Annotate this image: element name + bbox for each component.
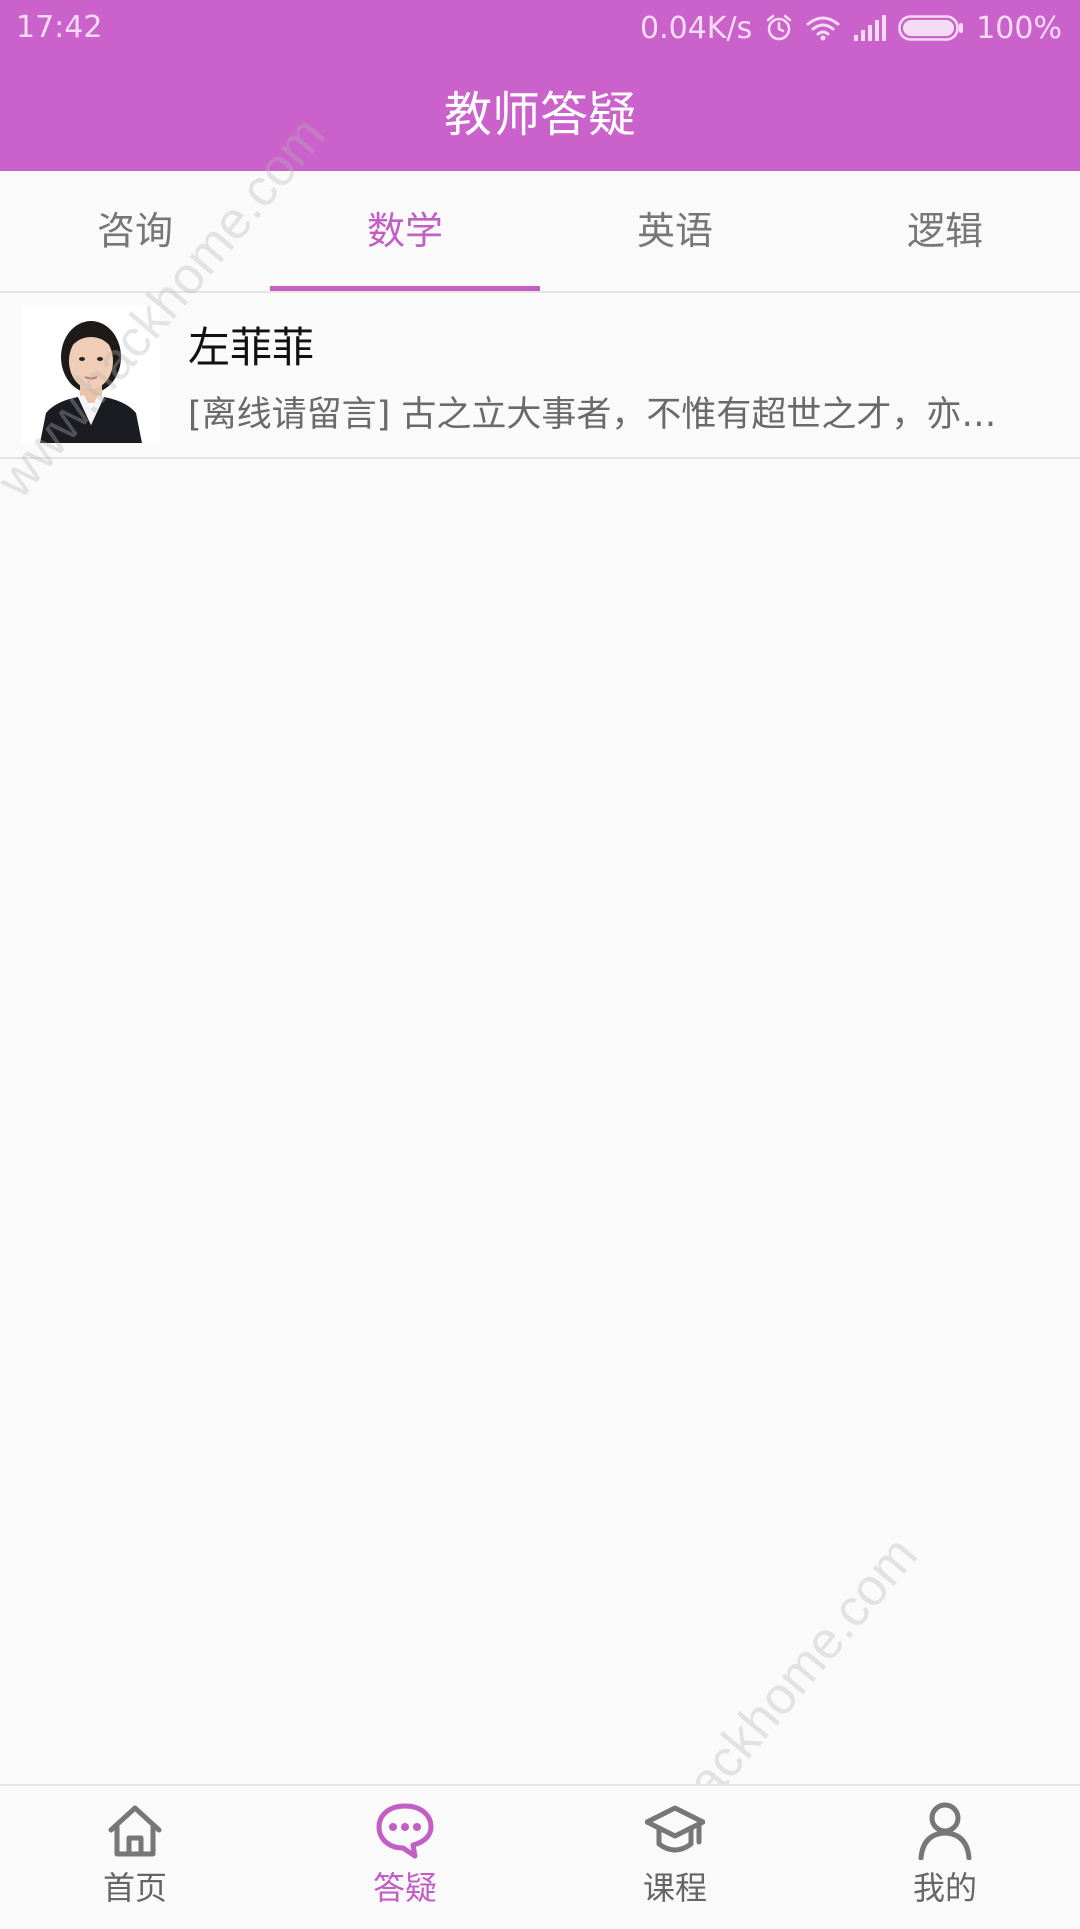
- network-speed: 0.04K/s: [640, 10, 753, 46]
- tab-english[interactable]: 英语: [540, 171, 810, 291]
- tab-label: 英语: [636, 209, 713, 253]
- nav-mine[interactable]: 我的: [810, 1786, 1080, 1922]
- active-tab-indicator: [270, 286, 540, 291]
- person-icon: [915, 1800, 975, 1861]
- nav-label: 课程: [642, 1869, 707, 1907]
- teacher-photo: [22, 305, 160, 443]
- nav-label: 首页: [102, 1869, 167, 1907]
- tab-label: 数学: [366, 209, 443, 253]
- status-bar: 17:42 0.04K/s 100%: [0, 0, 1080, 56]
- tab-logic[interactable]: 逻辑: [810, 171, 1080, 291]
- chat-bubble-icon: [375, 1800, 435, 1860]
- nav-home[interactable]: 首页: [0, 1786, 270, 1922]
- nav-courses[interactable]: 课程: [540, 1786, 810, 1922]
- home-icon: [105, 1800, 165, 1860]
- app-header: 17:42 0.04K/s 100% 教师答疑: [0, 0, 1080, 171]
- alarm-icon: [764, 13, 794, 43]
- subject-tabs: 咨询 数学 英语 逻辑: [0, 171, 1080, 293]
- nav-label: 答疑: [372, 1869, 437, 1907]
- graduation-cap-icon: [644, 1800, 706, 1860]
- status-indicators: 0.04K/s 100%: [640, 10, 1062, 46]
- battery-percent: 100%: [976, 10, 1062, 46]
- teacher-name: 左菲菲: [188, 323, 315, 372]
- page-title: 教师答疑: [443, 87, 636, 143]
- tab-label: 逻辑: [906, 209, 983, 253]
- nav-label: 我的: [912, 1869, 977, 1907]
- signal-icon: [852, 15, 887, 41]
- bottom-navigation: 首页 答疑 课程 我的: [0, 1784, 1080, 1922]
- tab-math[interactable]: 数学: [270, 171, 540, 291]
- teacher-list: 左菲菲 [离线请留言] 古之立大事者，不惟有超世之才，亦…: [0, 293, 1080, 459]
- tab-label: 咨询: [96, 209, 173, 253]
- avatar: [22, 305, 160, 443]
- battery-icon: [898, 15, 964, 41]
- wifi-icon: [806, 14, 840, 42]
- status-time: 17:42: [16, 10, 103, 45]
- tab-consult[interactable]: 咨询: [0, 171, 270, 291]
- teacher-list-item[interactable]: 左菲菲 [离线请留言] 古之立大事者，不惟有超世之才，亦…: [0, 293, 1080, 459]
- nav-qa[interactable]: 答疑: [270, 1786, 540, 1922]
- teacher-message-preview: [离线请留言] 古之立大事者，不惟有超世之才，亦…: [188, 395, 997, 435]
